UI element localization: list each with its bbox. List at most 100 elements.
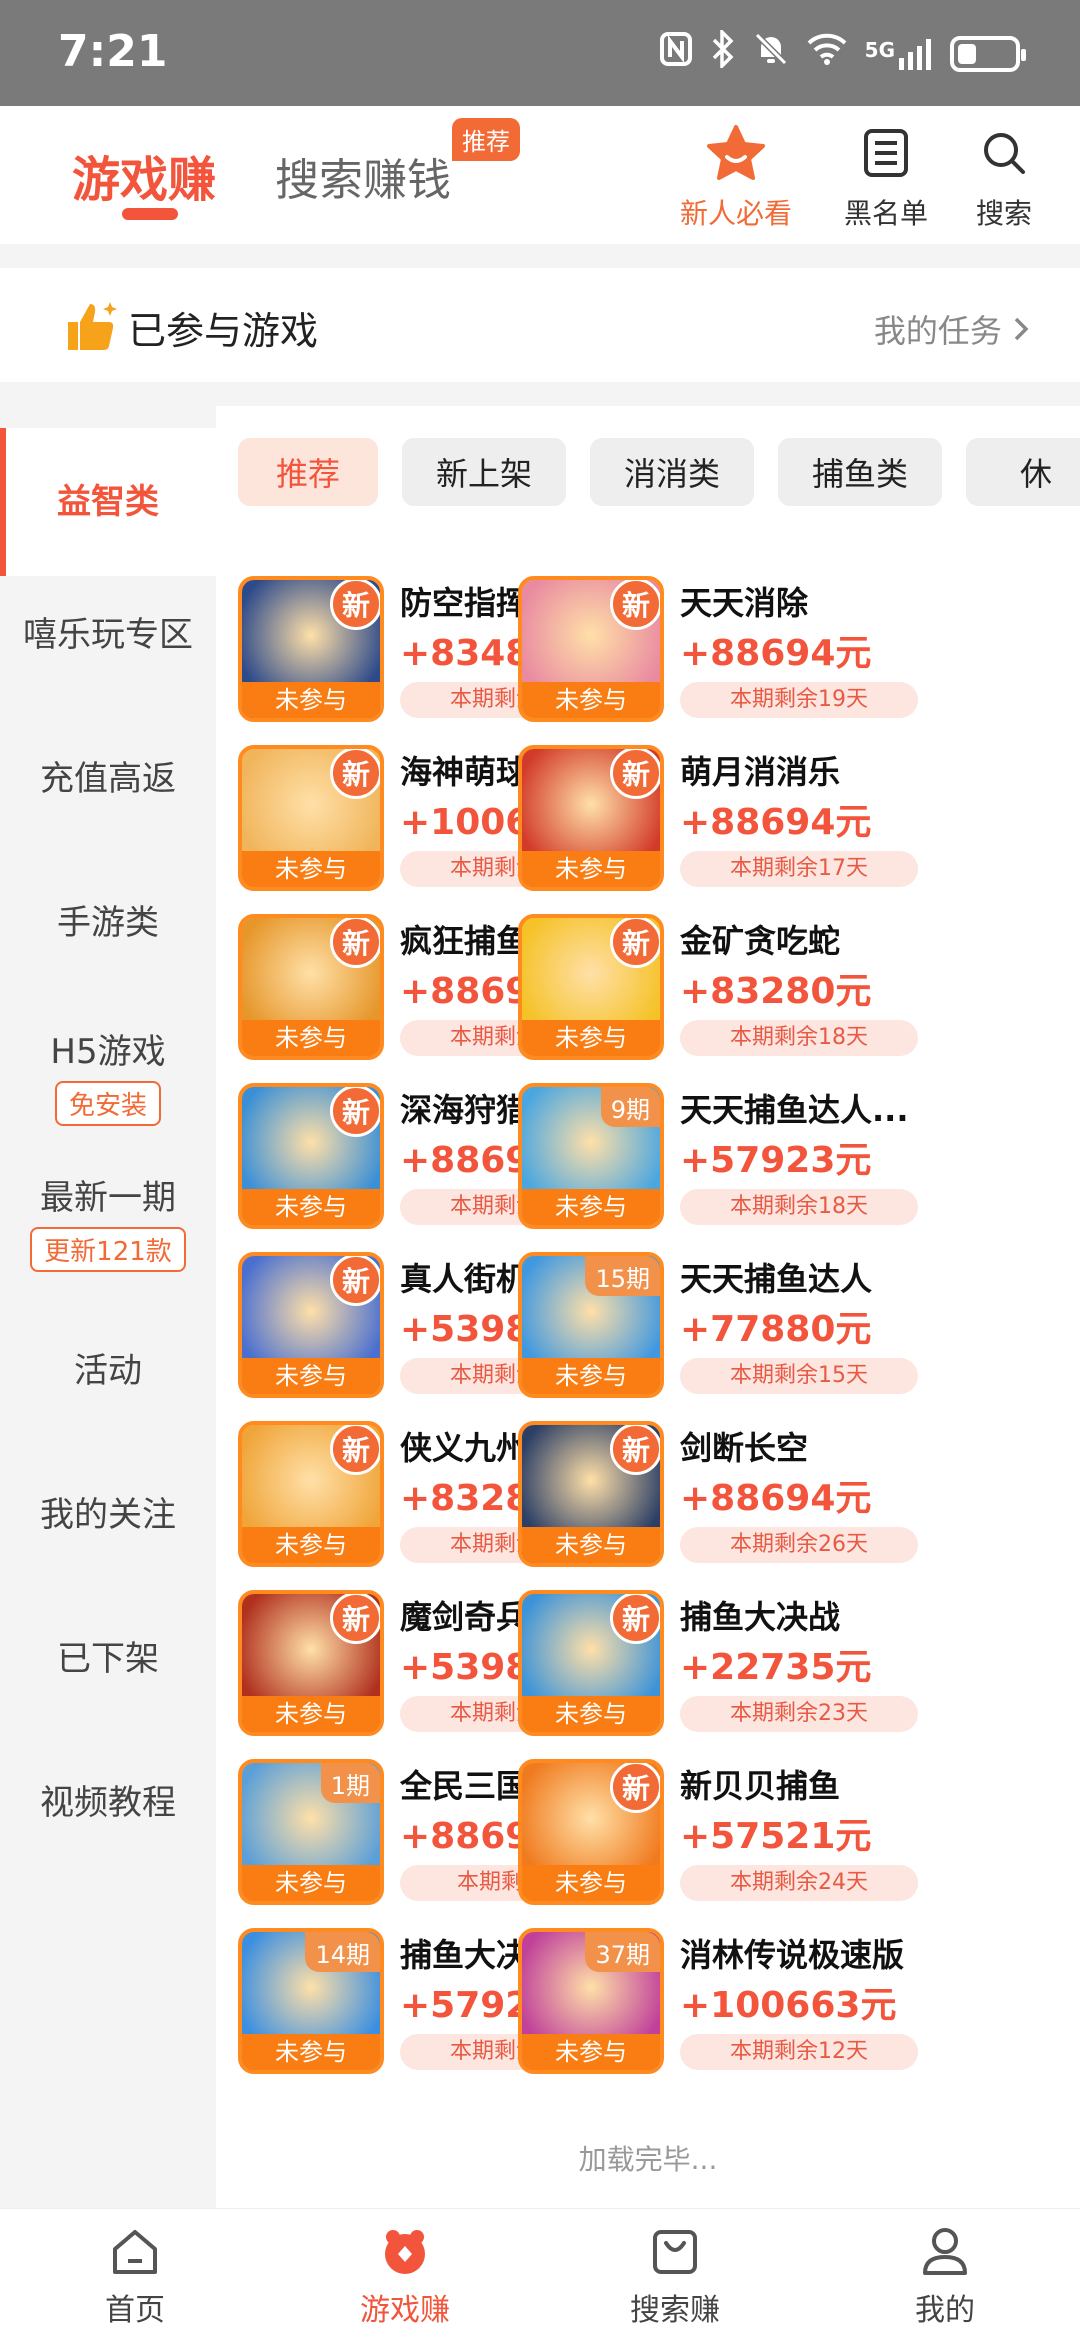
game-thumbnail[interactable]: 1期未参与	[238, 1759, 384, 1905]
nav-home-label: 首页	[105, 2293, 165, 2328]
my-tasks-link[interactable]: 我的任务	[874, 306, 1030, 352]
game-card[interactable]: 新未参与 剑断长空 +88694元 本期剩余26天	[518, 1421, 918, 1567]
game-thumbnail[interactable]: 37期 未参与	[518, 1928, 664, 2074]
sidebar-item-mobile-games[interactable]: 手游类	[0, 888, 216, 958]
sidebar-item-h5[interactable]: H5游戏 免安装	[0, 1024, 216, 1126]
sidebar-item-video-tutorial[interactable]: 视频教程	[0, 1768, 216, 1838]
game-thumbnail[interactable]: 15期 未参与	[518, 1252, 664, 1398]
game-thumbnail[interactable]: 新未参与	[238, 576, 384, 722]
game-thumbnail[interactable]: 新未参与	[518, 576, 664, 722]
nav-game-earn-label: 游戏赚	[360, 2293, 450, 2328]
game-card[interactable]: 9期 未参与 天天捕鱼达人... +57923元本期剩余18天	[518, 1083, 918, 1229]
joined-games-title: 已参与游戏	[128, 309, 319, 353]
search-button[interactable]: 搜索	[944, 124, 1064, 232]
game-thumbnail[interactable]: 9期 未参与	[518, 1083, 664, 1229]
game-card[interactable]: 新未参与 天天消除 +88694元 本期剩余19天	[518, 576, 918, 722]
new-badge: 新	[610, 1594, 660, 1644]
active-tab-indicator	[122, 208, 178, 220]
sidebar-item-puzzle[interactable]: 益智类	[0, 428, 216, 576]
chip-recommend[interactable]: 推荐	[238, 438, 378, 506]
nav-search-earn[interactable]: 搜索赚	[540, 2209, 810, 2340]
search-label: 搜索	[975, 197, 1032, 230]
sidebar-item-label: 充值高返	[40, 759, 176, 799]
status-time: 7:21	[58, 26, 168, 77]
nav-search-earn-label: 搜索赚	[630, 2293, 720, 2328]
sidebar-item-activity[interactable]: 活动	[0, 1336, 216, 1406]
game-name: 天天捕鱼达人...	[680, 1091, 909, 1129]
chip-new[interactable]: 新上架	[402, 438, 567, 506]
home-icon	[0, 2223, 270, 2281]
remaining-days: 本期剩余15天	[680, 1358, 918, 1394]
newbie-guide-label: 新人必看	[679, 197, 792, 230]
game-card[interactable]: 新未参与 捕鱼大决战 +22735元 本期剩余23天	[518, 1590, 918, 1736]
game-thumbnail[interactable]: 新未参与	[238, 1083, 384, 1229]
nfc-icon	[659, 31, 693, 76]
participation-status: 未参与	[522, 851, 660, 887]
tab-search-earn[interactable]: 搜索赚钱	[275, 144, 451, 208]
sidebar-item-xilewan[interactable]: 嘻乐玩专区	[0, 600, 216, 670]
star-icon	[676, 124, 796, 182]
sidebar-item-removed[interactable]: 已下架	[0, 1624, 216, 1694]
bag-icon	[540, 2223, 810, 2281]
participation-status: 未参与	[242, 2034, 380, 2070]
game-card[interactable]: 37期 未参与 消林传说极速版 +100663元 本期剩余12天	[518, 1928, 918, 2074]
participation-status: 未参与	[242, 1865, 380, 1901]
participation-status: 未参与	[242, 682, 380, 718]
game-thumbnail[interactable]: 新未参与	[238, 1590, 384, 1736]
game-thumbnail[interactable]: 新未参与	[238, 745, 384, 891]
game-thumbnail[interactable]: 新未参与	[518, 1759, 664, 1905]
game-reward: +57923元	[680, 1140, 872, 1181]
game-reward: +88694元	[680, 1478, 872, 1519]
blacklist-button[interactable]: 黑名单	[826, 124, 946, 232]
sidebar-item-following[interactable]: 我的关注	[0, 1480, 216, 1550]
nav-home[interactable]: 首页	[0, 2209, 270, 2340]
new-badge: 新	[610, 749, 660, 799]
chip-casual[interactable]: 休	[966, 438, 1080, 506]
game-thumbnail[interactable]: 新未参与	[518, 745, 664, 891]
new-badge: 新	[610, 580, 660, 630]
remaining-days: 本期剩余19天	[680, 682, 918, 718]
game-thumbnail[interactable]: 新未参与	[238, 1252, 384, 1398]
joined-games-bar[interactable]: 已参与游戏 我的任务	[0, 268, 1080, 382]
period-badge: 1期	[320, 1763, 380, 1803]
sidebar-item-recharge[interactable]: 充值高返	[0, 744, 216, 814]
remaining-days: 本期剩余18天	[680, 1189, 918, 1225]
nav-mine[interactable]: 我的	[810, 2209, 1080, 2340]
game-card[interactable]: 15期 未参与 天天捕鱼达人 +77880元 本期剩余15天	[518, 1252, 918, 1398]
participation-status: 未参与	[522, 1527, 660, 1563]
chip-fishing[interactable]: 捕鱼类	[778, 438, 943, 506]
participation-status: 未参与	[522, 1020, 660, 1056]
period-badge: 9期	[600, 1087, 660, 1127]
chevron-right-icon	[1012, 312, 1030, 350]
remaining-days: 本期剩余18天	[680, 1020, 918, 1056]
game-thumbnail[interactable]: 新未参与	[518, 914, 664, 1060]
game-name: 天天消除	[680, 584, 809, 622]
sidebar-item-label: 手游类	[57, 903, 159, 943]
game-thumbnail[interactable]: 新未参与	[238, 1421, 384, 1567]
game-name: 金矿贪吃蛇	[680, 922, 841, 960]
game-thumbnail[interactable]: 新未参与	[518, 1590, 664, 1736]
game-card[interactable]: 新未参与 金矿贪吃蛇 +83280元 本期剩余18天	[518, 914, 918, 1060]
game-reward: +88694元	[680, 802, 872, 843]
sidebar-item-label: 最新一期	[40, 1178, 176, 1218]
signal-icon: 5G	[865, 38, 932, 70]
game-thumbnail[interactable]: 新未参与	[238, 914, 384, 1060]
participation-status: 未参与	[242, 1020, 380, 1056]
bluetooth-icon	[711, 27, 735, 77]
game-name: 新贝贝捕鱼	[680, 1767, 841, 1805]
new-badge: 新	[610, 1763, 660, 1813]
thumbs-up-icon	[62, 298, 120, 358]
newbie-guide-button[interactable]: 新人必看	[676, 124, 796, 232]
game-thumbnail[interactable]: 14期 未参与	[238, 1928, 384, 2074]
game-card[interactable]: 新未参与 新贝贝捕鱼 +57521元 本期剩余24天	[518, 1759, 918, 1905]
sidebar-item-latest[interactable]: 最新一期 更新121款	[0, 1170, 216, 1272]
participation-status: 未参与	[522, 1358, 660, 1394]
participation-status: 未参与	[522, 2034, 660, 2070]
participation-status: 未参与	[242, 1189, 380, 1225]
tab-game-earn[interactable]: 游戏赚	[72, 140, 216, 210]
game-card[interactable]: 新未参与 萌月消消乐 +88694元 本期剩余17天	[518, 745, 918, 891]
nav-game-earn[interactable]: 游戏赚	[270, 2209, 540, 2340]
chip-match3[interactable]: 消消类	[590, 438, 755, 506]
participation-status: 未参与	[242, 1696, 380, 1732]
game-thumbnail[interactable]: 新未参与	[518, 1421, 664, 1567]
